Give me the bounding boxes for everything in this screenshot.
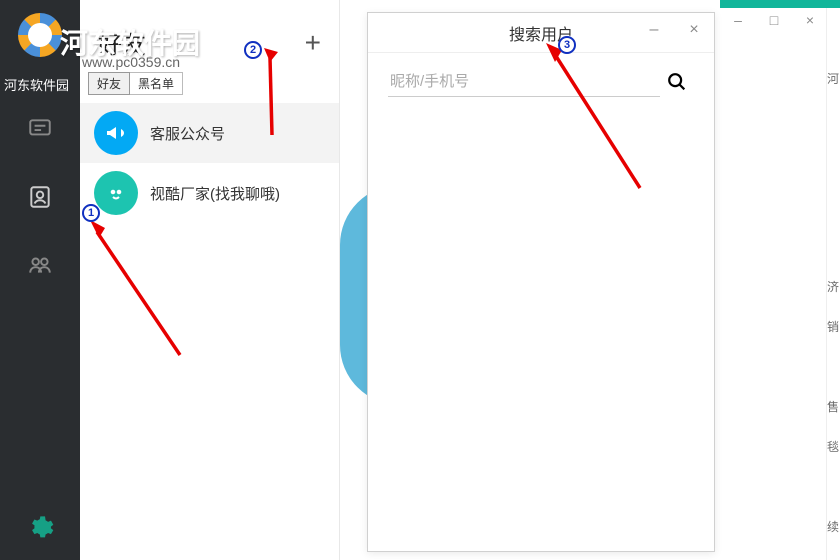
dialog-minimize-button[interactable]: – [634, 13, 674, 47]
gear-icon[interactable] [26, 514, 54, 542]
teal-header-fragment [720, 0, 840, 8]
chat-icon[interactable] [26, 115, 54, 143]
dialog-window-controls: – × [634, 13, 714, 47]
crop-char: 河 [827, 70, 839, 87]
friends-panel: 好友 + 好友 黑名单 客服公众号 视酷厂家(找我聊哦) [80, 0, 340, 560]
main-window-controls: – □ × [720, 6, 840, 34]
settings-area [0, 514, 80, 542]
site-name-label: 河东软件园 [4, 75, 69, 94]
contact-item[interactable]: 客服公众号 [80, 103, 339, 163]
tab-blacklist[interactable]: 黑名单 [130, 72, 183, 95]
maximize-button[interactable]: □ [756, 6, 792, 34]
face-icon [94, 171, 138, 215]
tab-friends[interactable]: 好友 [88, 72, 130, 95]
friends-title: 好友 [98, 25, 146, 60]
friends-header: 好友 + [80, 0, 339, 70]
search-dialog-title: 搜索用户 [509, 21, 573, 45]
contact-item[interactable]: 视酷厂家(找我聊哦) [80, 163, 339, 223]
logo-area [0, 0, 80, 70]
search-input[interactable] [388, 67, 660, 97]
crop-char: 续 [827, 518, 839, 535]
logo-icon [18, 13, 62, 57]
friend-tabs: 好友 黑名单 [80, 72, 339, 95]
megaphone-icon [94, 111, 138, 155]
contacts-icon[interactable] [26, 183, 54, 211]
search-icon[interactable] [660, 71, 694, 93]
crop-char: 毯 [827, 438, 839, 455]
crop-char: 售 [827, 398, 839, 415]
contact-list: 客服公众号 视酷厂家(找我聊哦) [80, 103, 339, 223]
app-sidebar: 河东软件园 [0, 0, 80, 560]
sidebar-nav [0, 115, 80, 279]
crop-char: 济 [827, 278, 839, 295]
close-button[interactable]: × [792, 6, 828, 34]
add-friend-button[interactable]: + [305, 29, 321, 57]
contact-name: 视酷厂家(找我聊哦) [150, 183, 280, 204]
search-user-dialog: 搜索用户 – × [367, 12, 715, 552]
crop-char: 销 [827, 318, 839, 335]
right-crop-strip: 河 济 销 售 毯 续 [826, 0, 840, 560]
search-titlebar: 搜索用户 – × [368, 13, 714, 53]
minimize-button[interactable]: – [720, 6, 756, 34]
dialog-close-button[interactable]: × [674, 13, 714, 47]
search-input-row [368, 53, 714, 97]
contact-name: 客服公众号 [150, 123, 225, 144]
groups-icon[interactable] [26, 251, 54, 279]
